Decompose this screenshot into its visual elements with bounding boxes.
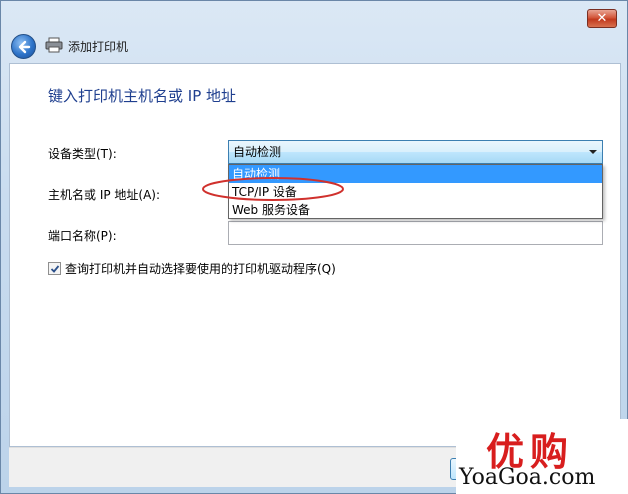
auto-driver-checkbox-label: 查询打印机并自动选择要使用的打印机驱动程序(Q) bbox=[65, 262, 336, 276]
auto-driver-checkbox[interactable] bbox=[48, 262, 61, 275]
port-name-label: 端口名称(P): bbox=[48, 229, 117, 243]
chevron-down-icon[interactable] bbox=[589, 150, 597, 154]
watermark-url: YoaGoa.com bbox=[459, 465, 596, 490]
watermark: 优购 YoaGoa.com bbox=[456, 419, 628, 494]
device-type-selected-value: 自动检测 bbox=[233, 145, 282, 159]
hostname-label: 主机名或 IP 地址(A): bbox=[48, 188, 161, 202]
window-frame: ✕ 添加打印机 键入打印机主机名或 IP 地址 设备类型(T): 自动检测 主机… bbox=[0, 0, 628, 494]
device-type-select[interactable]: 自动检测 bbox=[228, 140, 603, 164]
port-name-input[interactable] bbox=[228, 221, 603, 245]
printer-icon bbox=[45, 37, 63, 53]
page-heading: 键入打印机主机名或 IP 地址 bbox=[48, 87, 237, 105]
back-button[interactable] bbox=[11, 34, 36, 59]
checkmark-icon bbox=[50, 264, 59, 273]
device-type-label: 设备类型(T): bbox=[48, 147, 117, 161]
auto-driver-checkbox-row[interactable]: 查询打印机并自动选择要使用的打印机驱动程序(Q) bbox=[48, 260, 336, 277]
window-title: 添加打印机 bbox=[68, 40, 129, 54]
back-arrow-icon bbox=[18, 40, 31, 54]
content-panel: 键入打印机主机名或 IP 地址 设备类型(T): 自动检测 主机名或 IP 地址… bbox=[9, 63, 621, 447]
annotation-ellipse bbox=[202, 177, 344, 201]
close-icon: ✕ bbox=[596, 11, 608, 26]
close-button[interactable]: ✕ bbox=[587, 9, 617, 28]
